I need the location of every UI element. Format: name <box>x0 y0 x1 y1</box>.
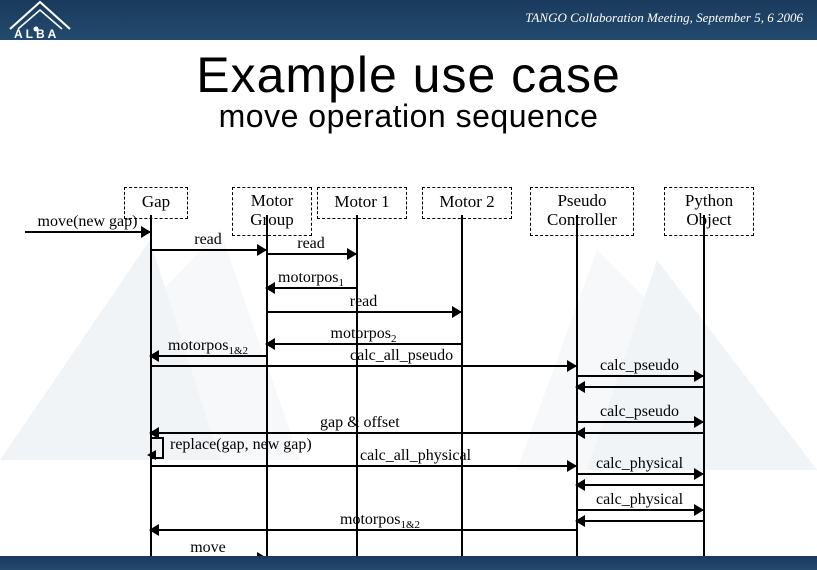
lifeline-motor2 <box>461 215 463 570</box>
slide-footer-bar <box>0 556 817 570</box>
meeting-label: TANGO Collaboration Meeting, September 5… <box>525 10 803 26</box>
msg-motorpos1-label: motorpos1 <box>278 269 344 289</box>
msg-calc-physical1-return <box>576 476 703 490</box>
msg-read1-label: read <box>194 231 222 249</box>
slide-subtitle: move operation sequence <box>0 98 817 135</box>
msg-replace-label: replace(gap, new gap) <box>170 436 312 454</box>
msg-calc-pseudo1-label: calc_pseudo <box>600 357 679 375</box>
lifeline-box-motor2: Motor 2 <box>422 187 512 219</box>
msg-motorpos1: motorpos1 <box>266 279 356 293</box>
msg-read2: read <box>266 245 356 259</box>
msg-read3-label: read <box>350 293 378 311</box>
msg-calc-physical2-return <box>576 512 703 526</box>
msg-calc-all-pseudo: calc_all_pseudo <box>150 357 576 371</box>
msg-calc-physical1-label: calc_physical <box>596 455 683 473</box>
lifeline-gap <box>150 215 152 570</box>
msg-motorpos12a-label: motorpos1&2 <box>168 337 248 357</box>
alba-logo: ALBA <box>8 0 118 40</box>
lifeline-box-pseudo: PseudoController <box>530 187 634 236</box>
slide-title: Example use case <box>0 50 817 100</box>
msg-read3: read <box>266 303 461 317</box>
msg-motorpos12b-label: motorpos1&2 <box>340 511 420 531</box>
msg-motorpos2-label: motorpos2 <box>331 325 397 345</box>
msg-calc-pseudo1-return <box>576 378 703 392</box>
lifeline-group <box>266 215 268 570</box>
msg-calc-all-physical: calc_all_physical <box>150 457 576 471</box>
msg-calc-pseudo2-label: calc_pseudo <box>600 403 679 421</box>
msg-calc-pseudo2-return <box>576 424 703 438</box>
lifeline-box-python: PythonObject <box>664 187 754 236</box>
sequence-diagram: Gap MotorGroup Motor 1 Motor 2 PseudoCon… <box>0 175 817 570</box>
lifeline-box-motor1: Motor 1 <box>317 187 407 219</box>
msg-gap-offset-label: gap & offset <box>320 414 400 432</box>
msg-move-new-gap-label: move(new gap) <box>38 213 138 231</box>
msg-calc-physical2-label: calc_physical <box>596 491 683 509</box>
svg-text:ALBA: ALBA <box>14 27 59 40</box>
msg-move-new-gap: move(new gap) <box>25 223 150 237</box>
msg-read2-label: read <box>297 235 325 253</box>
lifeline-box-group: MotorGroup <box>232 187 312 236</box>
slide-header: ALBA TANGO Collaboration Meeting, Septem… <box>0 0 817 40</box>
lifeline-python <box>703 215 705 570</box>
msg-calc-all-physical-label: calc_all_physical <box>360 447 471 465</box>
msg-motorpos12b: motorpos1&2 <box>150 521 576 535</box>
msg-calc-all-pseudo-label: calc_all_pseudo <box>350 347 453 365</box>
msg-move-label: move <box>190 539 226 557</box>
msg-read1: read <box>150 241 266 255</box>
